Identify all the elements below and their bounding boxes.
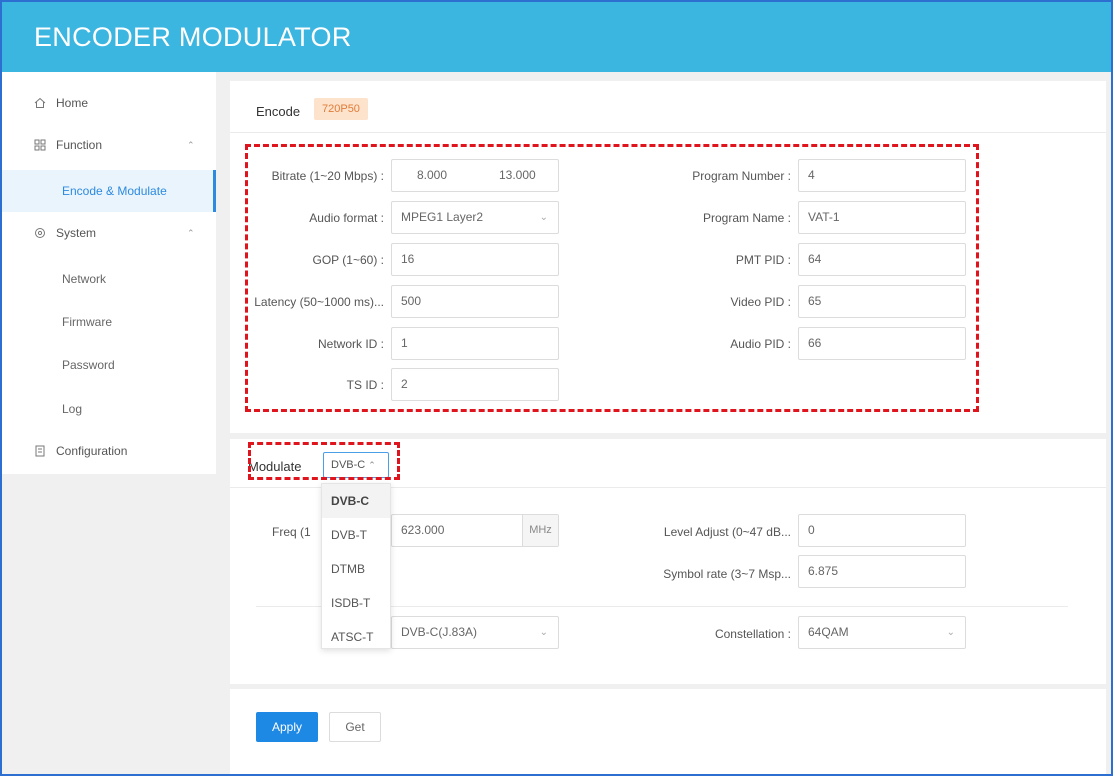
dropdown-option-dvb-c[interactable]: DVB-C <box>322 484 390 518</box>
level-adjust-label: Level Adjust (0~47 dB... <box>663 525 791 539</box>
level-adjust-input[interactable]: 0 <box>798 514 966 547</box>
sidebar-item-network[interactable]: Network <box>2 258 216 300</box>
sidebar-item-label: Configuration <box>56 444 128 458</box>
sidebar-item-label: Home <box>56 96 89 110</box>
resolution-badge: 720P50 <box>314 98 368 120</box>
constellation-select[interactable]: 64QAM ⌄ <box>798 616 966 649</box>
sidebar-item-label: Password <box>62 358 115 372</box>
app-window: ENCODER MODULATOR Home Function ⌃ Encode… <box>0 0 1113 776</box>
grid-icon <box>34 124 48 166</box>
sidebar: Home Function ⌃ Encode & Modulate System… <box>2 72 216 474</box>
sidebar-item-log[interactable]: Log <box>2 388 216 430</box>
chevron-up-icon: ⌃ <box>187 228 195 238</box>
sidebar-item-encode-modulate[interactable]: Encode & Modulate <box>2 170 216 212</box>
freq-unit: MHz <box>522 515 558 546</box>
dropdown-option-dtmb[interactable]: DTMB <box>322 552 390 586</box>
apply-button[interactable]: Apply <box>256 712 318 742</box>
divider <box>230 132 1106 133</box>
sidebar-item-label: Encode & Modulate <box>62 184 167 198</box>
level-adjust-value: 0 <box>808 523 815 537</box>
symbol-rate-input[interactable]: 6.875 <box>798 555 966 588</box>
sidebar-item-firmware[interactable]: Firmware <box>2 301 216 343</box>
freq-value: 623.000 <box>401 523 445 537</box>
annex-value: DVB-C(J.83A) <box>401 625 478 639</box>
sidebar-item-label: Firmware <box>62 315 112 329</box>
sidebar-item-configuration[interactable]: Configuration <box>2 430 216 472</box>
constellation-value: 64QAM <box>808 625 849 639</box>
constellation-label: Constellation : <box>714 627 791 641</box>
sidebar-item-home[interactable]: Home <box>2 82 216 124</box>
encode-title: Encode <box>256 104 301 119</box>
freq-label: Freq (1 <box>272 525 311 539</box>
app-title: ENCODER MODULATOR <box>34 22 352 52</box>
dropdown-option-atsc-t[interactable]: ATSC-T <box>322 620 390 654</box>
sidebar-item-password[interactable]: Password <box>2 344 216 386</box>
app-header: ENCODER MODULATOR <box>2 2 1111 72</box>
symbol-rate-label: Symbol rate (3~7 Msp... <box>663 567 791 581</box>
modulation-standard-dropdown: DVB-C DVB-T DTMB ISDB-T ATSC-T <box>321 483 391 649</box>
dropdown-option-dvb-t[interactable]: DVB-T <box>322 518 390 552</box>
dropdown-option-isdb-t[interactable]: ISDB-T <box>322 586 390 620</box>
chevron-down-icon: ⌄ <box>946 627 955 638</box>
home-icon <box>34 82 48 124</box>
symbol-rate-value: 6.875 <box>808 564 839 578</box>
encode-highlight-box <box>245 144 979 412</box>
modulate-highlight-box <box>248 442 400 480</box>
chevron-down-icon: ⌄ <box>539 627 548 638</box>
gear-icon <box>34 212 48 254</box>
sidebar-item-label: Network <box>62 272 107 286</box>
freq-input[interactable]: 623.000 MHz <box>391 514 559 547</box>
sidebar-item-label: Function <box>56 138 103 152</box>
get-button[interactable]: Get <box>329 712 381 742</box>
sidebar-item-system[interactable]: System ⌃ <box>2 212 216 254</box>
annex-select[interactable]: DVB-C(J.83A) ⌄ <box>391 616 559 649</box>
document-icon <box>34 430 48 472</box>
sidebar-item-function[interactable]: Function ⌃ <box>2 124 216 166</box>
chevron-up-icon: ⌃ <box>187 140 195 150</box>
sidebar-item-label: Log <box>62 402 83 416</box>
sidebar-item-label: System <box>56 226 97 240</box>
